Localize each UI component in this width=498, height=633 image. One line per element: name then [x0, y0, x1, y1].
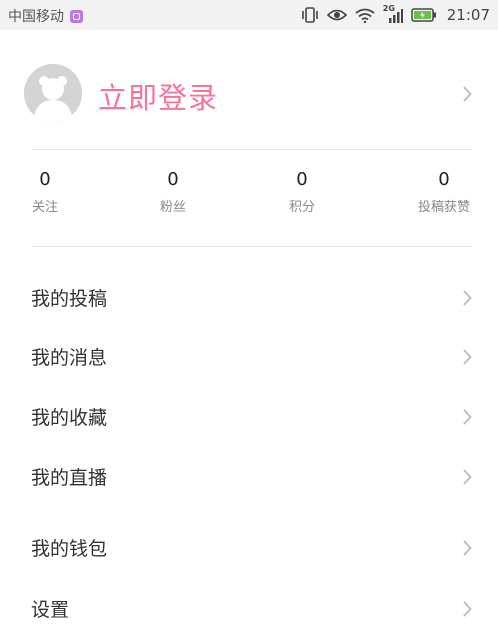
stats-row: 0 关注 0 粉丝 0 积分 0 投稿获赞	[0, 168, 498, 228]
menu-item-label: 我的消息	[31, 347, 108, 369]
stat-value: 0	[296, 169, 308, 190]
carrier: 中国移动	[8, 6, 83, 26]
divider	[32, 149, 472, 150]
app-notification-icon	[70, 9, 83, 23]
stat-label: 关注	[31, 200, 58, 215]
menu-item-label: 我的投稿	[31, 288, 108, 310]
vibrate-icon	[301, 7, 318, 23]
stat-label: 积分	[288, 200, 315, 215]
battery-icon	[411, 8, 436, 22]
chevron-right-icon	[462, 469, 472, 485]
stat-follow[interactable]: 0 关注	[5, 168, 85, 215]
menu-item-label: 我的直播	[31, 467, 108, 489]
menu-item-label: 我的钱包	[31, 538, 108, 560]
divider	[32, 246, 472, 247]
default-avatar-icon	[24, 64, 82, 122]
chevron-right-icon	[462, 349, 472, 365]
chevron-right-icon	[462, 86, 472, 102]
chevron-right-icon	[462, 601, 472, 617]
avatar[interactable]	[24, 64, 82, 122]
chevron-right-icon	[462, 290, 472, 306]
signal-icon	[388, 9, 403, 23]
clock: 21:07	[446, 6, 490, 24]
chevron-right-icon	[462, 540, 472, 556]
status-icons: 2G 21:07	[301, 4, 490, 26]
status-bar: 中国移动 2G 21:07	[0, 0, 498, 30]
stat-value: 0	[438, 169, 450, 190]
stat-label: 粉丝	[159, 200, 186, 215]
menu-item-wallet[interactable]: 我的钱包	[0, 524, 498, 572]
menu-item-live[interactable]: 我的直播	[0, 453, 498, 501]
chevron-right-icon	[462, 409, 472, 425]
menu-item-messages[interactable]: 我的消息	[0, 333, 498, 381]
stat-fans[interactable]: 0 粉丝	[133, 168, 213, 215]
carrier-name: 中国移动	[8, 9, 64, 25]
menu-item-label: 我的收藏	[31, 407, 108, 429]
cell-signal: 2G	[383, 4, 403, 24]
menu-item-settings[interactable]: 设置	[0, 585, 498, 633]
stat-likes[interactable]: 0 投稿获赞	[404, 168, 484, 215]
stat-label: 投稿获赞	[417, 200, 470, 215]
stat-value: 0	[39, 169, 51, 190]
wifi-icon	[355, 8, 375, 23]
eye-icon	[326, 9, 347, 21]
menu-item-favorites[interactable]: 我的收藏	[0, 393, 498, 441]
login-button[interactable]: 立即登录	[98, 75, 218, 117]
stat-value: 0	[167, 169, 179, 190]
login-header[interactable]: 立即登录	[0, 60, 498, 132]
menu-item-label: 设置	[31, 599, 70, 621]
menu-item-submissions[interactable]: 我的投稿	[0, 274, 498, 322]
stat-points[interactable]: 0 积分	[262, 168, 342, 215]
